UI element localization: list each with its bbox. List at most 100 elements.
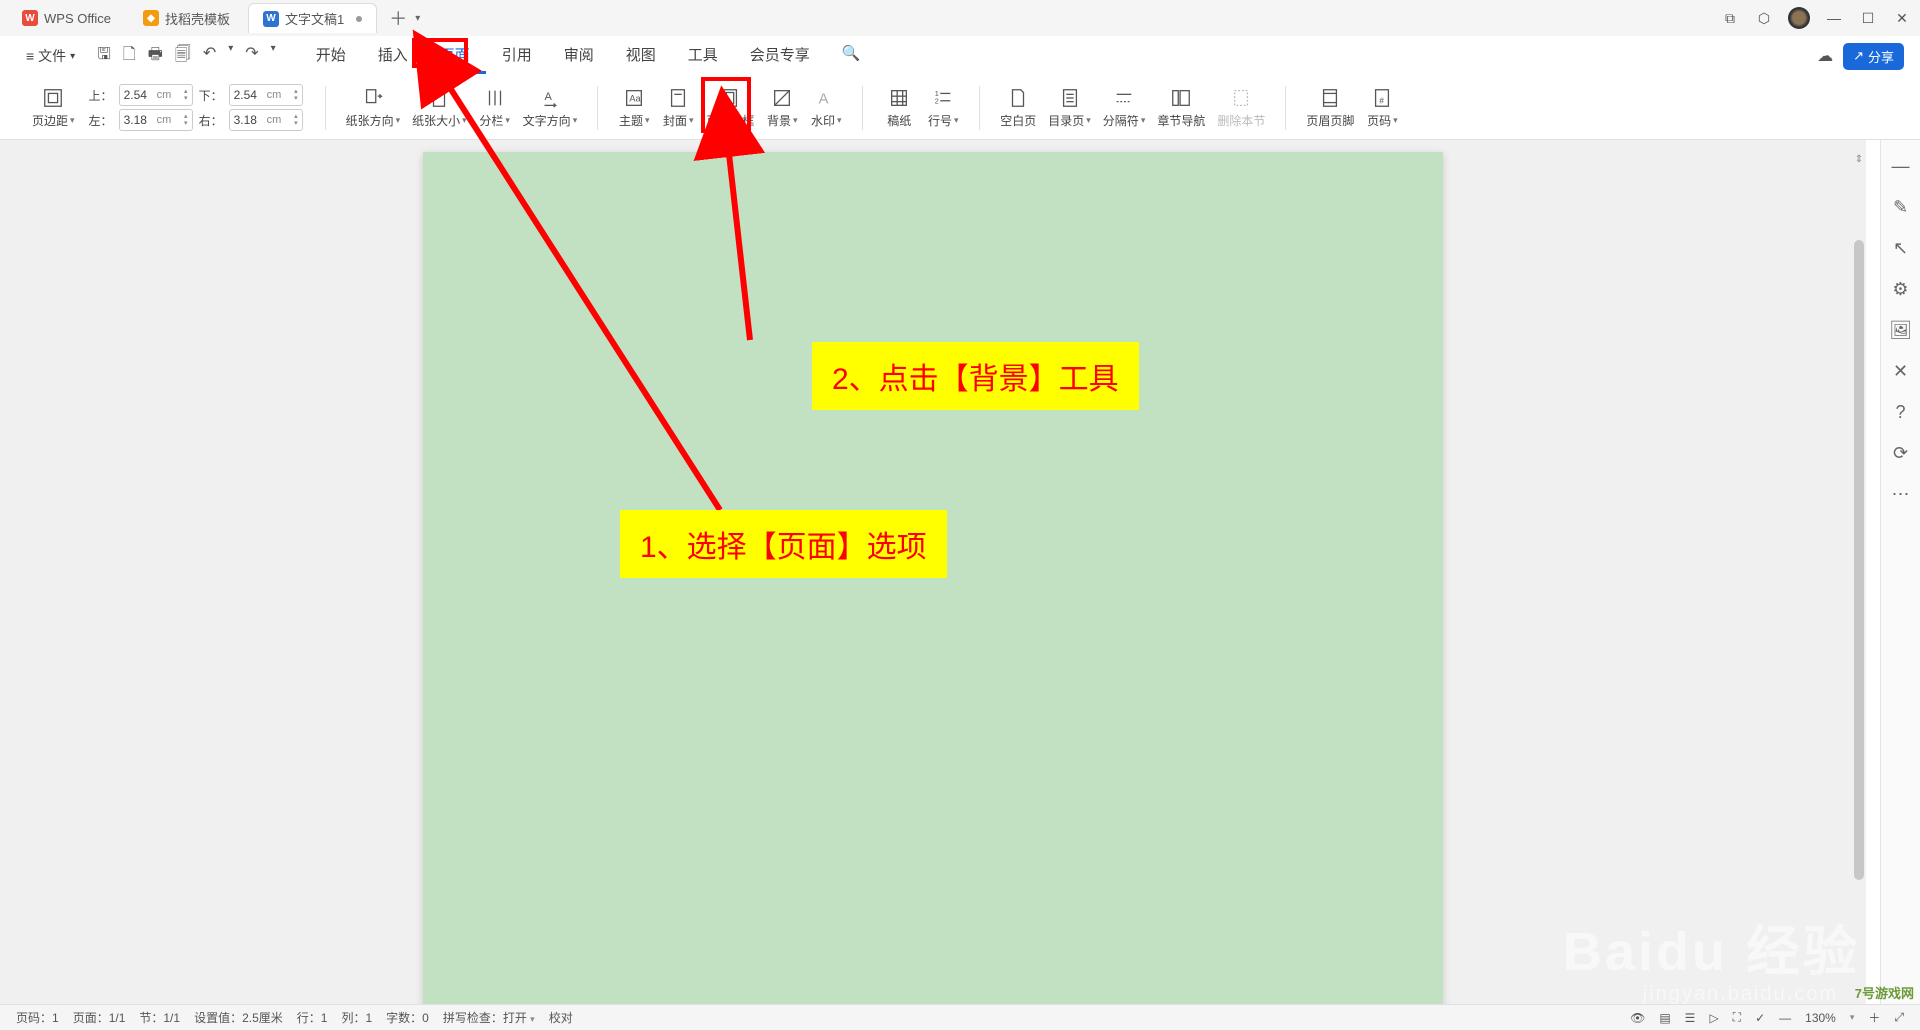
nav-pane-button[interactable]: 章节导航 [1151, 84, 1211, 131]
tab-menu-chevron-icon[interactable]: ▾ [415, 13, 420, 24]
share-button[interactable]: ↗ 分享 [1843, 43, 1904, 70]
status-page[interactable]: 页面：1/1 [73, 1009, 126, 1026]
margin-bottom-label: 下： [199, 87, 223, 104]
tab-templates[interactable]: ◆ 找稻壳模板 [129, 3, 244, 33]
line-number-button[interactable]: 12行号▾ [921, 84, 965, 131]
blank-page-button[interactable]: 空白页 [994, 84, 1042, 131]
view-mode-icon[interactable]: ✓ [1755, 1011, 1765, 1025]
manuscript-icon [888, 86, 910, 110]
view-read-icon[interactable]: ⛶ [1733, 1010, 1741, 1025]
sync-icon[interactable]: ⟳ [1893, 443, 1908, 464]
watermark-icon: A [815, 86, 837, 110]
spinner-icon[interactable]: ▴▾ [294, 113, 298, 127]
image-icon[interactable]: 🖼 [1889, 320, 1912, 341]
status-row[interactable]: 行：1 [297, 1009, 328, 1026]
file-label: 文件 [38, 46, 66, 66]
view-print-icon[interactable]: ▤ [1659, 1011, 1670, 1025]
breaks-button[interactable]: 分隔符▾ [1097, 84, 1152, 131]
file-menu[interactable]: ≡ 文件 ▾ [16, 46, 85, 66]
annotation-step1: 1、选择【页面】选项 [620, 510, 947, 578]
background-button[interactable]: 背景▾ [760, 84, 804, 131]
minus-icon[interactable]: — [1892, 156, 1910, 177]
columns-button[interactable]: 分栏▾ [473, 84, 517, 131]
status-section[interactable]: 节：1/1 [139, 1009, 180, 1026]
status-col[interactable]: 列：1 [341, 1009, 372, 1026]
zoom-in-button[interactable]: ＋ [1868, 1009, 1880, 1026]
qat-more-chevron-icon[interactable]: ▾ [271, 43, 276, 70]
spinner-icon[interactable]: ▴▾ [184, 113, 188, 127]
pen-icon[interactable]: ✎ [1893, 197, 1908, 218]
menu-tab-start[interactable]: 开始 [300, 38, 362, 74]
menu-tab-page[interactable]: 页面 [424, 38, 486, 74]
text-direction-button[interactable]: A文字方向▾ [517, 84, 584, 131]
margin-fields: 上： 2.54cm▴▾ 下： 2.54cm▴▾ 左： 3.18cm▴▾ 右： 3… [89, 84, 303, 131]
new-icon[interactable]: 🗋 [123, 43, 136, 70]
settings-icon[interactable]: ⚙ [1892, 279, 1908, 300]
minimize-button[interactable]: — [1824, 8, 1844, 28]
margin-bottom-field[interactable]: 2.54cm▴▾ [229, 84, 303, 106]
zoom-out-button[interactable]: — [1779, 1011, 1791, 1025]
help-icon[interactable]: ? [1895, 402, 1905, 423]
status-spell[interactable]: 拼写检查：打开 ▾ [443, 1009, 535, 1026]
new-tab-button[interactable]: ＋ [381, 5, 415, 31]
cursor-icon[interactable]: ↖ [1893, 238, 1908, 259]
print-preview-icon[interactable]: 🗐 [175, 43, 191, 70]
toc-button[interactable]: 目录页▾ [1042, 84, 1097, 131]
margins-icon [42, 86, 64, 110]
menu-tab-view[interactable]: 视图 [610, 38, 672, 74]
view-web-icon[interactable]: ☰ [1685, 1011, 1696, 1025]
status-page-code[interactable]: 页码：1 [16, 1009, 59, 1026]
print-icon[interactable]: 🖶 [148, 43, 163, 70]
menu-tab-vip[interactable]: 会员专享 [734, 38, 826, 74]
orientation-button[interactable]: 纸张方向▾ [340, 84, 407, 131]
status-position[interactable]: 设置值：2.5厘米 [194, 1009, 283, 1026]
scrollbar-thumb[interactable] [1854, 240, 1864, 880]
tab-document[interactable]: W 文字文稿1 [248, 3, 377, 33]
cube-icon[interactable]: ⬡ [1754, 8, 1774, 28]
cloud-icon[interactable]: ☁ [1817, 46, 1833, 66]
menu-tab-review[interactable]: 审阅 [548, 38, 610, 74]
view-outline-icon[interactable]: ▷ [1709, 1011, 1718, 1025]
copy-window-icon[interactable]: ⧉ [1720, 8, 1740, 28]
scroll-options-icon[interactable]: ⇕ [1854, 152, 1864, 166]
status-chars[interactable]: 字数：0 [386, 1009, 429, 1026]
margins-button[interactable]: 页边距▾ [26, 84, 81, 131]
undo-icon[interactable]: ↶ [203, 43, 216, 70]
page-border-button[interactable]: 页面边框 [700, 84, 760, 131]
header-footer-icon [1319, 86, 1341, 110]
page-size-button[interactable]: 纸张大小▾ [406, 84, 473, 131]
search-button[interactable]: 🔍 [826, 38, 877, 74]
save-icon[interactable]: 🖫 [97, 43, 111, 70]
eye-icon[interactable]: 👁 [1630, 1011, 1645, 1025]
chevron-down-icon: ▾ [70, 51, 75, 62]
more-icon[interactable]: ⋯ [1892, 484, 1910, 505]
svg-text:A: A [819, 92, 829, 108]
fullscreen-icon[interactable]: ⤢ [1894, 1010, 1904, 1025]
spinner-icon[interactable]: ▴▾ [184, 88, 188, 102]
menu-tab-references[interactable]: 引用 [486, 38, 548, 74]
user-avatar[interactable] [1788, 7, 1810, 29]
menu-tab-insert[interactable]: 插入 [362, 38, 424, 74]
maximize-button[interactable]: ☐ [1858, 8, 1878, 28]
header-footer-button[interactable]: 页眉页脚 [1300, 84, 1360, 131]
close-button[interactable]: ✕ [1892, 8, 1912, 28]
status-proof[interactable]: 校对 [549, 1009, 573, 1026]
tab-label: WPS Office [44, 11, 111, 26]
tools-icon[interactable]: ✕ [1893, 361, 1908, 382]
spinner-icon[interactable]: ▴▾ [294, 88, 298, 102]
manuscript-button[interactable]: 稿纸 [877, 84, 921, 131]
undo-chevron-icon[interactable]: ▾ [228, 43, 233, 70]
zoom-level[interactable]: 130% [1805, 1011, 1836, 1025]
menu-tab-tools[interactable]: 工具 [672, 38, 734, 74]
theme-button[interactable]: Aa主题▾ [612, 84, 656, 131]
document-page[interactable] [423, 152, 1443, 1004]
margin-left-field[interactable]: 3.18cm▴▾ [119, 109, 193, 131]
redo-icon[interactable]: ↷ [245, 43, 258, 70]
margin-top-field[interactable]: 2.54cm▴▾ [119, 84, 193, 106]
tab-wps-home[interactable]: W WPS Office [8, 3, 125, 33]
cover-button[interactable]: 封面▾ [656, 84, 700, 131]
page-number-button[interactable]: #页码▾ [1360, 84, 1404, 131]
vertical-scrollbar[interactable]: ⇕ [1852, 140, 1866, 1004]
margin-right-field[interactable]: 3.18cm▴▾ [229, 109, 303, 131]
watermark-button[interactable]: A水印▾ [804, 84, 848, 131]
